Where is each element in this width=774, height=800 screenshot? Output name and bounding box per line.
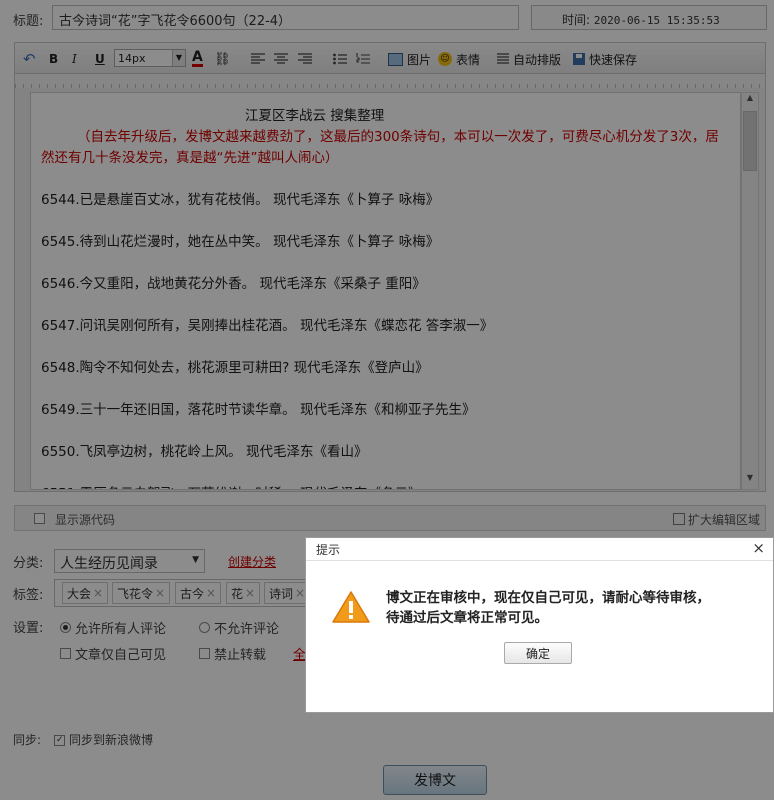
dialog-header: 提示 × bbox=[306, 538, 773, 561]
alert-dialog: 提示 × 博文正在审核中，现在仅自己可见，请耐心等待审核， 待通过后文章将正常可… bbox=[305, 537, 774, 713]
ok-label: 确定 bbox=[525, 646, 550, 661]
dialog-title: 提示 bbox=[316, 543, 341, 557]
warning-icon bbox=[332, 591, 370, 623]
ok-button[interactable]: 确定 bbox=[504, 642, 572, 664]
close-icon[interactable]: × bbox=[752, 539, 765, 557]
dialog-message-line2: 待通过后文章将正常可见。 bbox=[386, 610, 548, 626]
dialog-message-line1: 博文正在审核中，现在仅自己可见，请耐心等待审核， bbox=[386, 590, 710, 606]
